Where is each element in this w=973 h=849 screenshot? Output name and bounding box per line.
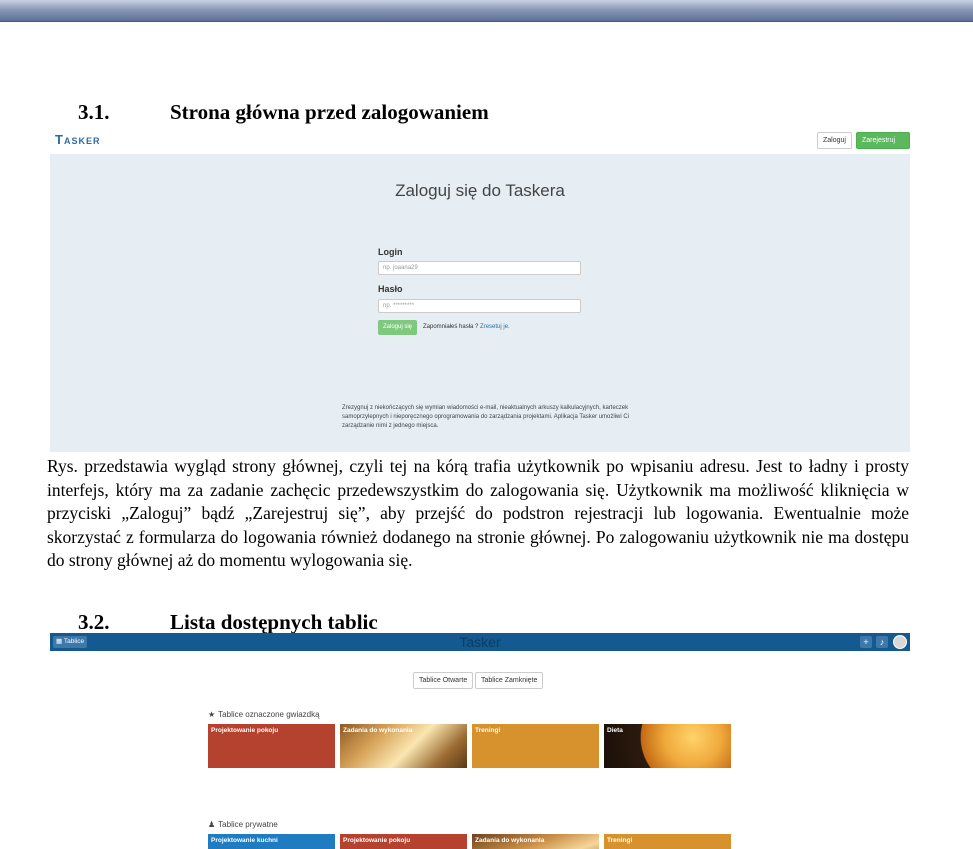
boards-tab[interactable]: ▦ Tablice [53,636,88,648]
avatar[interactable] [893,635,907,649]
private-heading-label: Tablice prywatne [218,820,278,829]
login-submit-button[interactable]: Zaloguj się [378,320,418,335]
section-heading-3-1: 3.1. Strona główna przed zalogowaniem [78,100,489,125]
starred-section-heading: ★ Tablice oznaczone gwiazdką [208,710,320,719]
board-card[interactable]: Projektowanie kuchni [208,834,335,849]
board-card[interactable]: Treningi [604,834,731,849]
password-input[interactable]: np. ********* [378,299,581,313]
boards-tab-label: Tablice [63,638,85,645]
bell-icon[interactable]: ♪ [876,636,888,648]
board-card[interactable]: Treningi [472,724,599,768]
login-input[interactable]: np. joaana29 [378,261,581,275]
forgot-password-text: Zapomniałeś hasła ? Zresetuj je. [423,324,510,330]
login-button[interactable]: Zaloguj [817,132,852,149]
body-paragraph: Rys. przedstawia wygląd strony głównej, … [47,456,909,571]
login-label: Login [378,247,403,257]
user-icon: ♟ [208,820,216,829]
document-header-band [0,0,973,22]
login-form-title: Zaloguj się do Taskera [395,181,565,200]
password-label: Hasło [378,284,403,294]
board-card[interactable]: Dieta [604,724,731,768]
tasker-logo[interactable]: Tasker [55,132,100,147]
board-card[interactable]: Zadania do wykonania [340,724,467,768]
footer-description: Zrezygnuj z niekończących się wymian wia… [342,405,630,429]
brand-title: Tasker [459,634,501,650]
homepage-screenshot: Tasker Zaloguj Zarejestruj się Zaloguj s… [50,128,910,452]
reset-password-link[interactable]: Zresetuj je. [480,324,510,330]
top-nav-bar: Tasker ▦ Tablice + ♪ [50,633,910,651]
board-card[interactable]: Projektowanie pokoju [208,724,335,768]
board-card[interactable]: Projektowanie pokoju [340,834,467,849]
open-boards-button[interactable]: Tablice Otwarte [413,672,474,689]
section-number: 3.2. [78,610,110,634]
boards-screenshot: Tasker ▦ Tablice + ♪ Tablice Otwarte Tab… [50,633,910,849]
section-number: 3.1. [78,100,110,124]
section-title: Strona główna przed zalogowaniem [170,100,489,124]
private-section-heading: ♟ Tablice prywatne [208,820,278,829]
board-card[interactable]: Zadania do wykonania [472,834,599,849]
forgot-password-label: Zapomniałeś hasła ? [423,324,479,330]
star-icon: ★ [208,710,216,719]
plus-icon[interactable]: + [860,636,872,648]
closed-boards-button[interactable]: Tablice Zamknięte [475,672,544,689]
login-hero-panel: Zaloguj się do Taskera Login np. joaana2… [50,154,910,452]
starred-heading-label: Tablice oznaczone gwiazdką [218,710,320,719]
register-button[interactable]: Zarejestruj się [856,132,910,159]
section-title: Lista dostępnych tablic [170,610,378,634]
section-heading-3-2: 3.2. Lista dostępnych tablic [78,610,378,635]
